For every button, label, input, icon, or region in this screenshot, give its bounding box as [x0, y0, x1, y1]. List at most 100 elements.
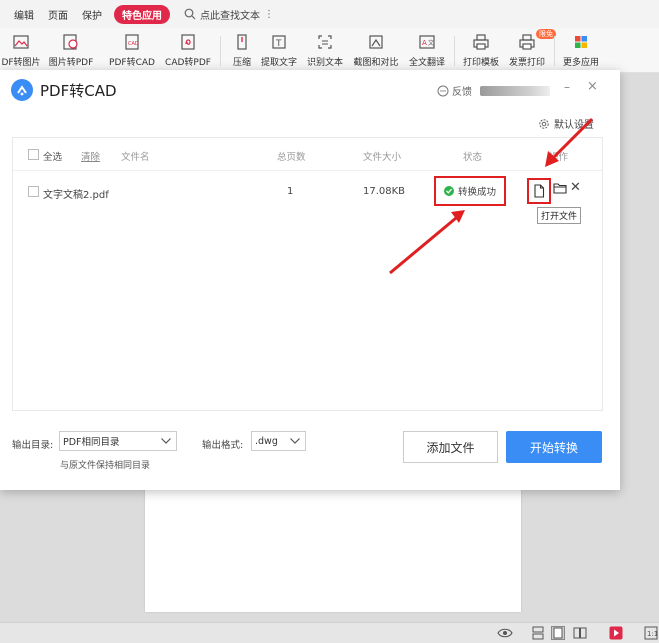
pdf-to-image-icon	[13, 35, 29, 49]
svg-text:CAD: CAD	[128, 41, 139, 47]
select-all-label[interactable]: 全选	[43, 149, 62, 163]
menu-protect[interactable]: 保护	[82, 7, 102, 22]
feedback-icon	[437, 85, 449, 96]
tool-invoice-print[interactable]: 限免 发票打印	[506, 29, 556, 68]
invoice-print-icon	[519, 34, 535, 50]
success-check-icon	[443, 186, 454, 196]
folder-icon[interactable]	[553, 182, 567, 194]
ribbon-separator	[554, 36, 555, 66]
tool-label: CAD转PDF	[165, 58, 211, 68]
output-dir-label: 输出目录:	[12, 440, 54, 451]
tool-print-template[interactable]: 打印模板	[460, 32, 502, 68]
output-dir-select[interactable]: PDF相同目录	[59, 431, 177, 451]
tool-label: 识别文本	[306, 58, 343, 68]
image-to-pdf-icon	[63, 34, 78, 50]
tool-label: 压缩	[232, 58, 251, 68]
svg-text:1:1: 1:1	[647, 630, 658, 638]
compress-icon	[237, 34, 247, 50]
menu-special-apps[interactable]: 特色应用	[114, 4, 170, 24]
row-pages: 1	[287, 186, 294, 197]
ribbon-separator	[454, 36, 455, 66]
row-size: 17.08KB	[363, 186, 406, 197]
tool-pdf-to-cad[interactable]: CAD PDF转CAD	[108, 32, 156, 68]
pdf-to-cad-dialog: PDF转CAD 反馈 – × 默认设置 全选 清除 文件名 总页数 文件大小 状…	[0, 70, 620, 490]
minimize-button[interactable]: –	[564, 80, 570, 94]
cad-to-pdf-icon	[181, 34, 195, 50]
feedback-label: 反馈	[452, 87, 472, 98]
status-bar: 1:1	[0, 622, 659, 643]
ribbon-separator	[220, 36, 221, 66]
row-status-text: 转换成功	[457, 187, 496, 198]
output-format-label: 输出格式:	[202, 440, 244, 451]
svg-text:A: A	[422, 39, 427, 47]
default-settings-button[interactable]: 默认设置	[538, 116, 594, 131]
play-icon[interactable]	[609, 626, 623, 640]
app-logo-icon	[11, 79, 33, 101]
svg-text:T: T	[275, 39, 282, 49]
user-avatar-blurred	[480, 85, 550, 96]
tool-label: 全文翻译	[408, 58, 445, 68]
tool-compress[interactable]: 压缩	[228, 32, 256, 68]
header-status: 状态	[463, 152, 483, 163]
document-page	[145, 490, 521, 612]
search-icon	[184, 8, 196, 20]
gear-icon	[539, 118, 549, 129]
svg-text:文: 文	[428, 39, 434, 47]
tool-pdf-to-image[interactable]: DF转图片	[0, 32, 42, 68]
tool-label: 更多应用	[562, 58, 599, 68]
continuous-view-icon[interactable]	[532, 626, 544, 640]
print-template-icon	[473, 34, 489, 50]
recognize-text-icon	[318, 35, 332, 49]
header-pages: 总页数	[277, 152, 306, 163]
search-box[interactable]: 点此查找文本	[184, 7, 260, 22]
select-all-checkbox[interactable]	[28, 149, 39, 160]
tool-label: PDF转CAD	[109, 58, 155, 68]
tool-label: 截图和对比	[353, 58, 399, 68]
file-table: 全选 清除 文件名 总页数 文件大小 状态 操作 文字文稿2.pdf 1 17.…	[12, 137, 603, 411]
dialog-title-bar: PDF转CAD	[10, 78, 117, 102]
tool-recognize-text[interactable]: 识别文本	[304, 32, 346, 68]
start-convert-button[interactable]: 开始转换	[506, 431, 602, 463]
more-apps-icon	[575, 36, 587, 48]
screenshot-compare-icon	[369, 35, 383, 49]
file-icon	[534, 184, 545, 198]
menu-bar: 编辑 页面 保护 特色应用 点此查找文本 ⋮	[0, 0, 659, 28]
tool-label: 发票打印	[508, 58, 545, 68]
tool-translate[interactable]: A文 全文翻译	[406, 32, 448, 68]
output-format-value: .dwg	[255, 435, 278, 447]
tool-label: 图片转PDF	[48, 58, 94, 68]
tool-cad-to-pdf[interactable]: CAD转PDF	[164, 32, 212, 68]
two-page-view-icon[interactable]	[573, 626, 587, 640]
header-action: 操作	[549, 152, 569, 163]
eye-icon[interactable]	[497, 626, 513, 640]
output-format-select[interactable]: .dwg	[251, 431, 306, 451]
more-menu-icon[interactable]: ⋮	[264, 9, 274, 20]
open-file-tooltip: 打开文件	[537, 207, 582, 224]
table-header: 全选 清除 文件名 总页数 文件大小 状态 操作	[13, 138, 602, 171]
menu-edit[interactable]: 编辑	[14, 7, 34, 22]
tool-image-to-pdf[interactable]: 图片转PDF	[46, 32, 96, 68]
extract-text-icon: T	[272, 35, 286, 49]
single-page-view-icon[interactable]	[551, 626, 565, 640]
ribbon-toolbar: DF转图片 图片转PDF CAD PDF转CAD CAD转PDF 压缩 T 提取…	[0, 28, 659, 73]
default-settings-label: 默认设置	[554, 120, 594, 131]
clear-link[interactable]: 清除	[81, 149, 100, 163]
search-text: 点此查找文本	[200, 10, 260, 22]
zoom-icon[interactable]: 1:1	[644, 626, 658, 640]
delete-row-button[interactable]: ✕	[570, 180, 581, 195]
output-dir-hint: 与原文件保持相同目录	[60, 461, 151, 471]
tool-more-apps[interactable]: 更多应用	[560, 32, 602, 68]
header-filename: 文件名	[121, 152, 150, 163]
chevron-down-icon	[161, 438, 171, 444]
add-file-button[interactable]: 添加文件	[403, 431, 498, 463]
translate-icon: A文	[419, 35, 435, 49]
menu-page[interactable]: 页面	[48, 7, 68, 22]
close-button[interactable]: ×	[587, 79, 598, 94]
tool-extract-text[interactable]: T 提取文字	[258, 32, 300, 68]
tool-screenshot-compare[interactable]: 截图和对比	[350, 32, 402, 68]
row-status: 转换成功	[434, 176, 506, 206]
feedback-button[interactable]: 反馈	[437, 83, 550, 98]
open-file-button[interactable]	[527, 178, 551, 204]
row-checkbox[interactable]	[28, 186, 39, 197]
output-dir-value: PDF相同目录	[63, 437, 120, 448]
